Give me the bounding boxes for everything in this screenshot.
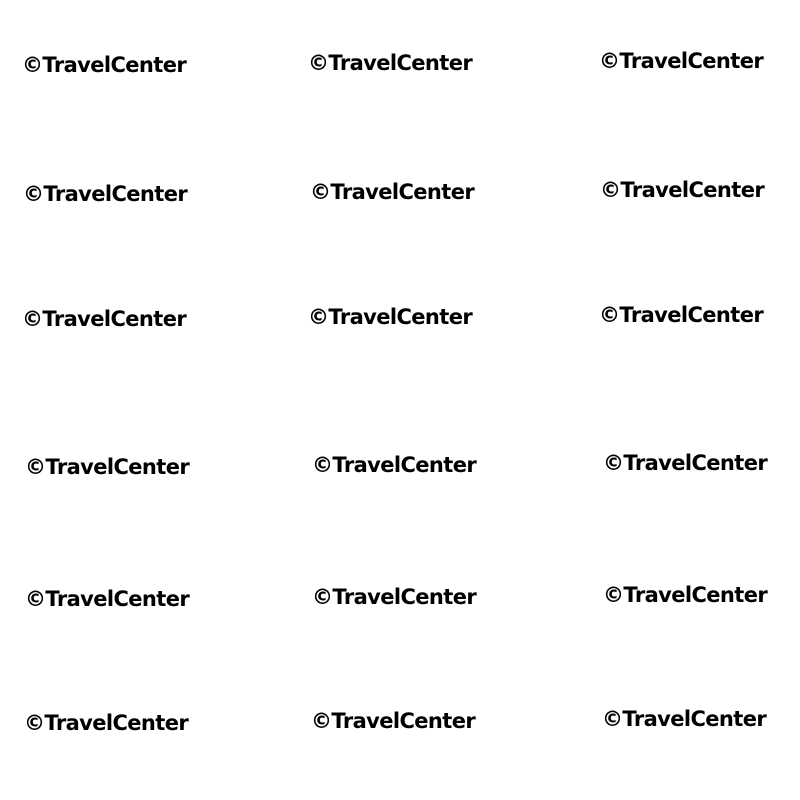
watermark-text: ©TravelCenter <box>312 453 477 477</box>
watermark-text: ©TravelCenter <box>311 709 476 733</box>
watermark-text: ©TravelCenter <box>22 53 187 77</box>
watermark-text: ©TravelCenter <box>599 49 764 73</box>
watermark-text: ©TravelCenter <box>25 587 190 611</box>
watermark-text: ©TravelCenter <box>24 711 189 735</box>
watermark-text: ©TravelCenter <box>599 303 764 327</box>
watermark-text: ©TravelCenter <box>312 585 477 609</box>
watermark-text: ©TravelCenter <box>603 451 768 475</box>
watermark-text: ©TravelCenter <box>23 182 188 206</box>
watermark-text: ©TravelCenter <box>25 455 190 479</box>
watermark-text: ©TravelCenter <box>603 583 768 607</box>
watermark-text: ©TravelCenter <box>602 707 767 731</box>
watermark-text: ©TravelCenter <box>308 305 473 329</box>
watermark-canvas: ©TravelCenter ©TravelCenter ©TravelCente… <box>0 0 800 800</box>
watermark-text: ©TravelCenter <box>308 51 473 75</box>
watermark-text: ©TravelCenter <box>310 180 475 204</box>
watermark-text: ©TravelCenter <box>600 178 765 202</box>
watermark-text: ©TravelCenter <box>22 307 187 331</box>
